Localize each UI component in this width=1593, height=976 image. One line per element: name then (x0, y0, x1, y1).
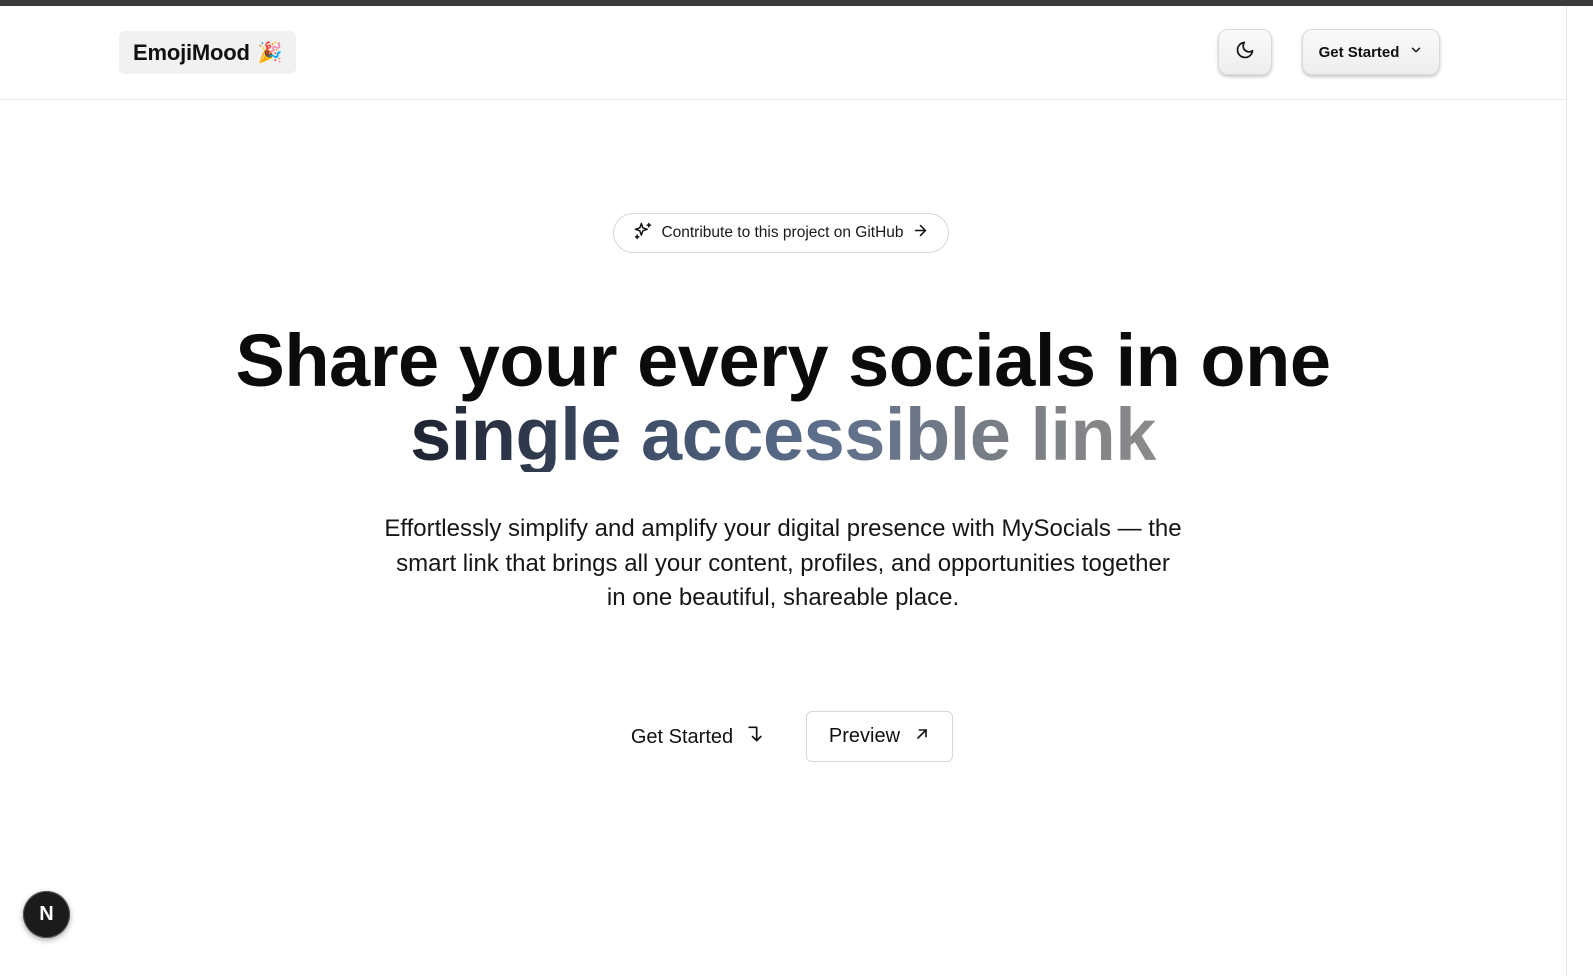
preview-label: Preview (828, 725, 901, 747)
get-started-dropdown-button[interactable]: Get Started (1302, 29, 1440, 75)
get-started-dropdown-label: Get Started (1318, 43, 1400, 61)
top-navbar: EmojiMood 🎉 Get Started (0, 6, 1566, 100)
github-contribute-label: Contribute to this project on GitHub (661, 224, 904, 241)
arrow-right-icon (912, 222, 929, 244)
preview-button[interactable]: Preview (806, 711, 953, 762)
sparkles-icon (633, 221, 653, 246)
arrow-down-right-turn-icon (745, 724, 765, 750)
logo-text: EmojiMood (133, 39, 250, 65)
hero-subtitle: Effortlessly simplify and amplify your d… (0, 512, 1566, 616)
hero-subtitle-line: in one beautiful, shareable place. (606, 584, 960, 611)
page-viewport: EmojiMood 🎉 Get Started Contribute to th… (0, 6, 1566, 976)
arrow-up-right-icon (914, 725, 930, 748)
hero-subtitle-line: smart link that brings all your content,… (396, 549, 1170, 577)
party-popper-icon: 🎉 (257, 41, 283, 64)
nextjs-logo-icon: N (39, 903, 54, 925)
hero-heading-line2: single accessible link (410, 393, 1156, 476)
logo[interactable]: EmojiMood 🎉 (119, 31, 297, 74)
github-contribute-link[interactable]: Contribute to this project on GitHub (613, 213, 949, 253)
get-started-button[interactable]: Get Started (619, 712, 777, 762)
hero-subtitle-line: Effortlessly simplify and amplify your d… (384, 515, 1182, 542)
hero-heading-line1: Share your every socials in one (235, 319, 1331, 402)
hero-heading: Share your every socials in one single a… (0, 324, 1566, 472)
nextjs-dev-badge[interactable]: N (23, 891, 70, 938)
vertical-scrollbar[interactable] (1566, 6, 1593, 976)
hero-section: Share your every socials in one single a… (0, 324, 1566, 472)
theme-toggle-button[interactable] (1218, 29, 1272, 75)
moon-icon (1235, 40, 1255, 65)
get-started-label: Get Started (630, 725, 734, 748)
chevron-down-icon (1409, 43, 1423, 61)
